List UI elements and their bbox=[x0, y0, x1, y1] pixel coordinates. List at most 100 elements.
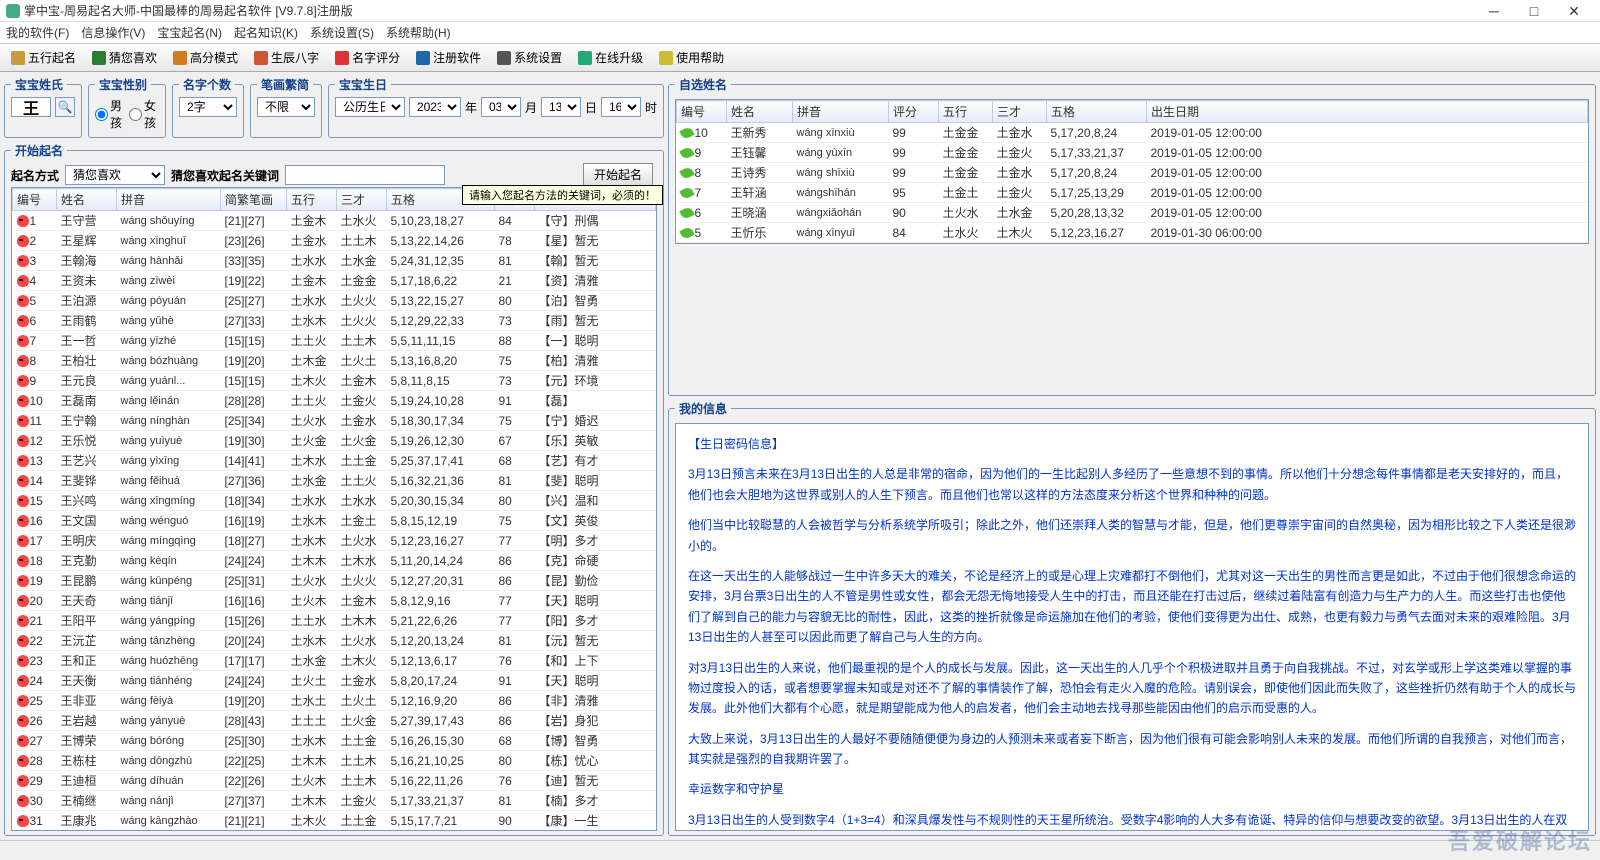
toolbar-button[interactable]: 注册软件 bbox=[409, 46, 488, 69]
menu-item[interactable]: 我的软件(F) bbox=[6, 24, 69, 41]
table-row[interactable]: 30王楠继wáng nánjì[27][37]土木木土金火5,17,33,21,… bbox=[13, 791, 656, 811]
column-header[interactable]: 三才 bbox=[337, 189, 387, 211]
table-row[interactable]: 11王宁翰wáng nínghàn[25][34]土火水土金水5,18,30,1… bbox=[13, 411, 656, 431]
menu-item[interactable]: 宝宝起名(N) bbox=[157, 24, 222, 41]
info-content[interactable]: 【生日密码信息】 3月13日预言未来在3月13日出生的人总是非常的宿命，因为他们… bbox=[675, 423, 1589, 831]
table-row[interactable]: 3王翰海wáng hànhǎi[33][35]土水水土水金5,24,31,12,… bbox=[13, 251, 656, 271]
column-header[interactable]: 编号 bbox=[677, 101, 727, 123]
hour-select[interactable]: 16 bbox=[601, 97, 641, 117]
menu-item[interactable]: 系统设置(S) bbox=[310, 24, 374, 41]
month-select[interactable]: 03 bbox=[481, 97, 521, 117]
table-row[interactable]: 8王诗秀wáng shīxiù99土金金土金水5,17,20,8,242019-… bbox=[677, 163, 1588, 183]
table-row[interactable]: 15王兴鸣wáng xīngmíng[18][34]土水水土水水5,20,30,… bbox=[13, 491, 656, 511]
toolbar-button[interactable]: 名字评分 bbox=[328, 46, 407, 69]
baby-icon bbox=[17, 735, 29, 747]
close-button[interactable]: ✕ bbox=[1554, 1, 1594, 21]
toolbar-button[interactable]: 猜您喜欢 bbox=[85, 46, 164, 69]
self-pick-legend: 自选姓名 bbox=[675, 76, 731, 93]
column-header[interactable]: 拼音 bbox=[793, 101, 889, 123]
table-row[interactable]: 12王乐悦wáng yuìyuè[19][30]土火金土火金5,19,26,12… bbox=[13, 431, 656, 451]
column-header[interactable]: 拼音 bbox=[117, 189, 221, 211]
table-row[interactable]: 5王忻乐wáng xīnyuì84土水火土木火5,12,23,16,272019… bbox=[677, 223, 1588, 243]
table-row[interactable]: 23王和正wáng huózhēng[17][17]土水金土木火5,12,13,… bbox=[13, 651, 656, 671]
table-row[interactable]: 7王一哲wáng yīzhé[15][15]土土火土土木5,5,11,11,15… bbox=[13, 331, 656, 351]
table-row[interactable]: 27王博荣wáng bóróng[25][30]土水木土土金5,16,26,15… bbox=[13, 731, 656, 751]
table-row[interactable]: 4王资未wáng zīwèi[19][22]土金木土金金5,17,18,6,22… bbox=[13, 271, 656, 291]
column-header[interactable]: 五行 bbox=[939, 101, 993, 123]
table-row[interactable]: 28王栋柱wáng dōngzhù[22][25]土木木土土木5,16,21,1… bbox=[13, 751, 656, 771]
table-row[interactable]: 1王守营wáng shǒuyíng[21][27]土金木土水火5,10,23,1… bbox=[13, 211, 656, 231]
self-pick-grid[interactable]: 编号姓名拼音评分五行三才五格出生日期 10王新秀wáng xīnxiù99土金金… bbox=[675, 99, 1589, 244]
keyword-input[interactable] bbox=[285, 165, 445, 185]
table-row[interactable]: 16王文国wáng wénguó[16][19]土水木土金土5,8,15,12,… bbox=[13, 511, 656, 531]
table-row[interactable]: 26王岩越wáng yányuè[28][43]土土土土火金5,27,39,17… bbox=[13, 711, 656, 731]
table-row[interactable]: 5王泊源wáng póyuán[25][27]土水水土火火5,13,22,15,… bbox=[13, 291, 656, 311]
column-header[interactable]: 五格 bbox=[1047, 101, 1147, 123]
baby-icon bbox=[17, 535, 29, 547]
status-bar bbox=[0, 840, 1600, 860]
calendar-select[interactable]: 公历生日 bbox=[335, 97, 405, 117]
baby-icon bbox=[17, 695, 29, 707]
maximize-button[interactable]: □ bbox=[1514, 1, 1554, 21]
menu-item[interactable]: 信息操作(V) bbox=[81, 24, 145, 41]
toolbar-button[interactable]: 生辰八字 bbox=[247, 46, 326, 69]
year-select[interactable]: 2023 bbox=[409, 97, 461, 117]
table-row[interactable]: 10王磊南wáng lěinán[28][28]土土火土金火5,19,24,10… bbox=[13, 391, 656, 411]
baby-icon bbox=[17, 515, 29, 527]
my-info-group: 我的信息 【生日密码信息】 3月13日预言未来在3月13日出生的人总是非常的宿命… bbox=[668, 400, 1596, 836]
table-row[interactable]: 6王雨鹤wáng yǔhè[27][33]土水木土火火5,12,29,22,33… bbox=[13, 311, 656, 331]
toolbar-icon bbox=[92, 51, 106, 65]
start-button[interactable]: 开始起名 bbox=[583, 163, 653, 186]
toolbar-button[interactable]: 系统设置 bbox=[490, 46, 569, 69]
table-row[interactable]: 29王迪桓wáng díhuán[22][26]土火木土土木5,16,22,11… bbox=[13, 771, 656, 791]
table-row[interactable]: 22王沅芷wáng tánzhèng[20][24]土水木土火水5,12,20,… bbox=[13, 631, 656, 651]
toolbar-icon bbox=[335, 51, 349, 65]
column-header[interactable]: 三才 bbox=[993, 101, 1047, 123]
table-row[interactable]: 25王非亚wáng fēiyà[19][20]土水土土火土5,12,16,9,2… bbox=[13, 691, 656, 711]
table-row[interactable]: 10王新秀wáng xīnxiù99土金金土金水5,17,20,8,242019… bbox=[677, 123, 1588, 143]
toolbar-button[interactable]: 高分模式 bbox=[166, 46, 245, 69]
table-row[interactable]: 20王天奇wáng tiānjī[16][16]土火木土金木5,8,12,9,1… bbox=[13, 591, 656, 611]
column-header[interactable]: 评分 bbox=[889, 101, 939, 123]
table-row[interactable]: 7王轩涵wángshīhán95土金土土金火5,17,25,13,292019-… bbox=[677, 183, 1588, 203]
method-select[interactable]: 猜您喜欢 bbox=[65, 165, 165, 185]
table-row[interactable]: 19王昆鹏wáng kūnpéng[25][31]土火水土火火5,12,27,2… bbox=[13, 571, 656, 591]
strokes-select[interactable]: 不限 bbox=[257, 97, 315, 117]
menu-item[interactable]: 系统帮助(H) bbox=[386, 24, 451, 41]
baby-icon bbox=[17, 795, 29, 807]
column-header[interactable]: 姓名 bbox=[727, 101, 793, 123]
table-row[interactable]: 2王星辉wáng xīnghuī[23][26]土金水土土木5,13,22,14… bbox=[13, 231, 656, 251]
table-row[interactable]: 18王克勤wáng kèqín[24][24]土木木土木水5,11,20,14,… bbox=[13, 551, 656, 571]
column-header[interactable]: 五行 bbox=[287, 189, 337, 211]
table-row[interactable]: 17王明庆wáng míngqìng[18][27]土水木土火水5,12,23,… bbox=[13, 531, 656, 551]
table-row[interactable]: 6王晓涵wángxiǎohán90土火水土水金5,20,28,13,322019… bbox=[677, 203, 1588, 223]
table-row[interactable]: 32王进熙wáng jìnxī[21][32]土火火土水金5,19,28,14,… bbox=[13, 831, 656, 832]
table-row[interactable]: 31王康兆wáng kāngzhào[21][21]土木火土土金5,15,17,… bbox=[13, 811, 656, 831]
table-row[interactable]: 13王艺兴wáng yìxīng[14][41]土木水土土金5,25,37,17… bbox=[13, 451, 656, 471]
results-grid[interactable]: 编号姓名拼音简繁笔画五行三才五格评分备注 1王守营wáng shǒuyíng[2… bbox=[11, 187, 657, 831]
minimize-button[interactable]: ─ bbox=[1474, 1, 1514, 21]
table-row[interactable]: 9王元良wáng yuánl...[15][15]土木火土金木5,8,11,8,… bbox=[13, 371, 656, 391]
menu-item[interactable]: 起名知识(K) bbox=[234, 24, 298, 41]
toolbar-button[interactable]: 使用帮助 bbox=[652, 46, 731, 69]
gender-female-radio[interactable]: 女孩 bbox=[129, 97, 159, 131]
table-row[interactable]: 21王阳平wáng yángpíng[15][26]土土水土木木5,21,22,… bbox=[13, 611, 656, 631]
surname-search-button[interactable]: 🔍 bbox=[55, 97, 75, 117]
count-select[interactable]: 2字 bbox=[179, 97, 237, 117]
table-row[interactable]: 24王天衡wáng tiānhéng[24][24]土火土土金水5,8,20,1… bbox=[13, 671, 656, 691]
baby-icon bbox=[17, 495, 29, 507]
toolbar-button[interactable]: 在线升级 bbox=[571, 46, 650, 69]
toolbar-icon bbox=[11, 51, 25, 65]
column-header[interactable]: 出生日期 bbox=[1147, 101, 1588, 123]
day-select[interactable]: 13 bbox=[541, 97, 581, 117]
surname-input[interactable] bbox=[11, 97, 51, 117]
table-row[interactable]: 9王钰馨wáng yùxīn99土金金土金火5,17,33,21,372019-… bbox=[677, 143, 1588, 163]
gender-male-radio[interactable]: 男孩 bbox=[95, 97, 125, 131]
column-header[interactable]: 编号 bbox=[13, 189, 57, 211]
column-header[interactable]: 姓名 bbox=[57, 189, 117, 211]
toolbar-button[interactable]: 五行起名 bbox=[4, 46, 83, 69]
table-row[interactable]: 8王柏壮wáng bózhuàng[19][20]土木金土火土5,13,16,8… bbox=[13, 351, 656, 371]
table-row[interactable]: 14王斐铧wáng fěihuá[27][36]土水金土土火5,16,32,21… bbox=[13, 471, 656, 491]
column-header[interactable]: 简繁笔画 bbox=[221, 189, 287, 211]
baby-icon bbox=[17, 415, 29, 427]
